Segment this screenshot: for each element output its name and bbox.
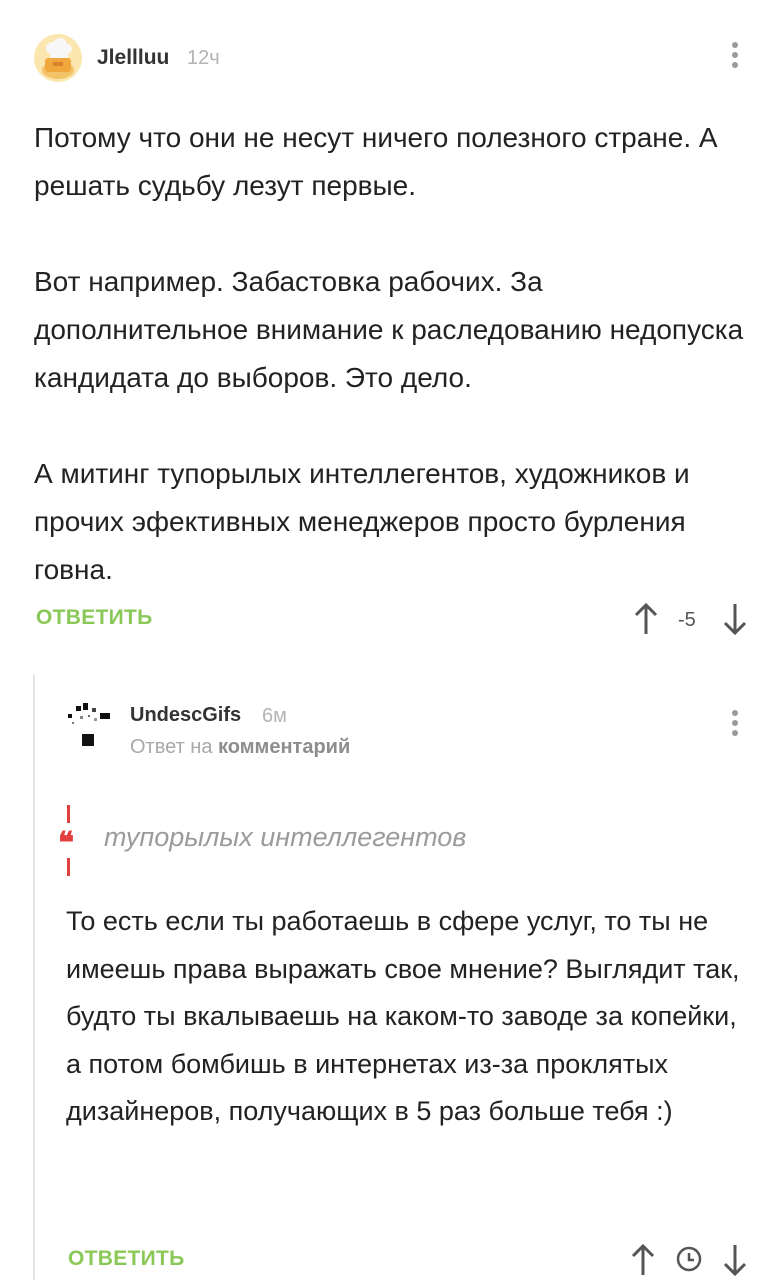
reply-time: 6м (262, 705, 287, 727)
vote-score: -5 (678, 609, 696, 631)
comment-paragraph: Потому что они не несут ничего полезного… (34, 122, 718, 201)
comment-author[interactable]: Jlellluu (97, 46, 169, 70)
kebab-menu-icon[interactable] (731, 42, 739, 72)
reply-to-line: Ответ на комментарий (130, 736, 350, 759)
clock-icon[interactable] (675, 1245, 703, 1278)
user-avatar[interactable] (34, 34, 82, 82)
avatar-image (68, 703, 110, 746)
comment-paragraph: Вот например. Забастовка рабочих. За доп… (34, 266, 744, 393)
reply-button[interactable]: ОТВЕТИТЬ (68, 1247, 185, 1271)
arrow-down-icon[interactable] (722, 1243, 748, 1282)
reply-button[interactable]: ОТВЕТИТЬ (36, 606, 153, 630)
quote-bar-bottom (67, 858, 70, 876)
quote-icon: ❝ (58, 827, 75, 860)
arrow-down-icon[interactable] (722, 602, 748, 641)
reply-avatar[interactable] (66, 700, 114, 757)
quoted-text: тупорылых интеллегентов (104, 822, 467, 852)
kebab-menu-icon[interactable] (731, 710, 739, 740)
comment-body: Потому что они не несут ничего полезного… (34, 114, 754, 594)
reply-body: То есть если ты работаешь в сфере услуг,… (66, 906, 740, 1126)
arrow-up-icon[interactable] (633, 602, 659, 641)
arrow-up-icon[interactable] (630, 1243, 656, 1282)
comment-time: 12ч (187, 47, 220, 69)
reply-author[interactable]: UndescGifs (130, 704, 241, 727)
reply-to-link[interactable]: комментарий (218, 736, 350, 758)
reply-to-prefix: Ответ на (130, 736, 213, 758)
quote-bar-top (67, 805, 70, 823)
thread-line[interactable] (33, 675, 35, 1280)
avatar-image (42, 38, 74, 79)
comment-paragraph: А митинг тупорылых интеллегентов, художн… (34, 458, 690, 585)
